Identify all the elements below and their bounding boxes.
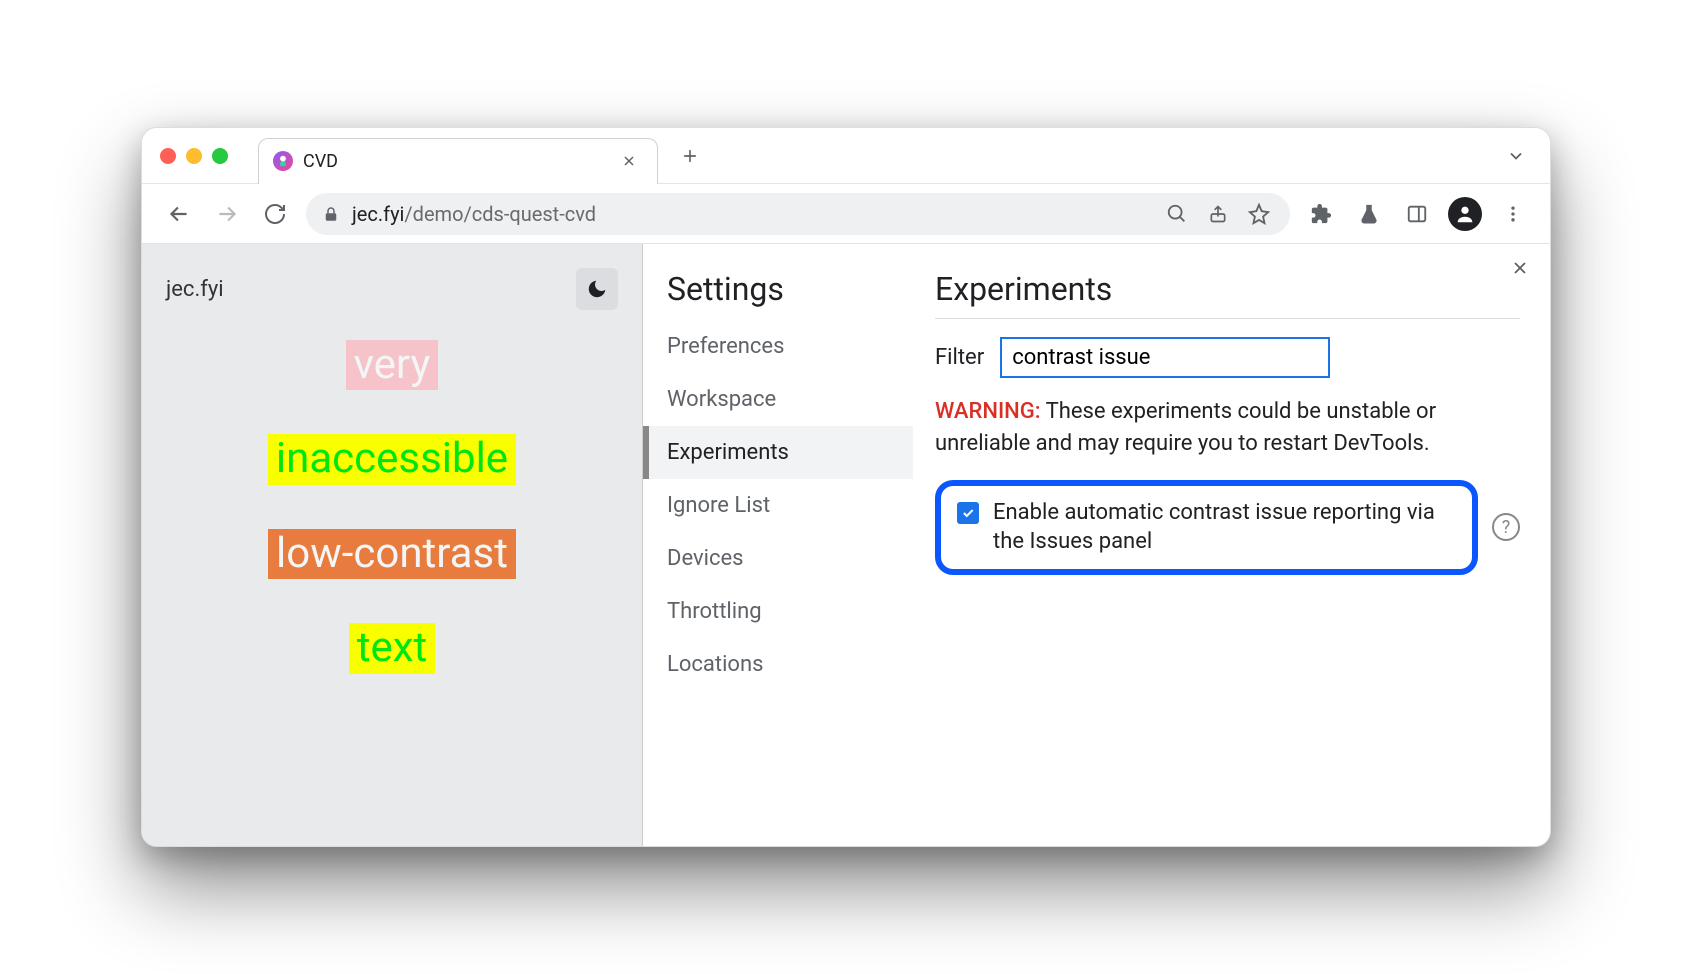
lock-icon [322,205,340,223]
settings-body: Experiments Filter WARNING: These experi… [913,244,1550,846]
tab-title: CVD [303,151,605,172]
reload-button[interactable] [258,197,292,231]
tab-close-button[interactable] [615,151,643,171]
demo-words: very inaccessible low-contrast text [166,340,618,674]
page-viewport: jec.fyi very inaccessible low-contrast t… [142,244,642,846]
window-minimize-button[interactable] [186,148,202,164]
close-settings-button[interactable] [1510,258,1530,278]
nav-item-locations[interactable]: Locations [643,638,913,691]
filter-input[interactable] [1000,337,1330,378]
panel-title: Experiments [935,270,1520,308]
star-icon[interactable] [1244,199,1274,229]
forward-button[interactable] [210,197,244,231]
tab-favicon-icon [273,151,293,171]
browser-tab[interactable]: CVD [258,138,658,184]
window-maximize-button[interactable] [212,148,228,164]
experiment-row: Enable automatic contrast issue reportin… [935,480,1520,575]
url-text: jec.fyi/demo/cds-quest-cvd [352,202,1150,226]
panel-icon[interactable] [1400,197,1434,231]
filter-row: Filter [935,337,1520,378]
nav-item-ignore-list[interactable]: Ignore List [643,479,913,532]
experiment-highlight: Enable automatic contrast issue reportin… [935,480,1478,575]
settings-nav: Preferences Workspace Experiments Ignore… [643,320,913,691]
demo-word-lowcontrast: low-contrast [268,529,516,579]
nav-item-preferences[interactable]: Preferences [643,320,913,373]
site-title: jec.fyi [166,277,224,302]
address-bar[interactable]: jec.fyi/demo/cds-quest-cvd [306,193,1290,235]
warning-text: WARNING: These experiments could be unst… [935,396,1520,460]
browser-window: CVD jec.fyi/demo/cds-quest-cv [141,127,1551,847]
divider [935,318,1520,319]
nav-item-experiments[interactable]: Experiments [643,426,913,479]
warning-label: WARNING: [935,399,1041,424]
share-icon[interactable] [1204,200,1232,228]
nav-item-devices[interactable]: Devices [643,532,913,585]
dark-mode-toggle[interactable] [576,268,618,310]
devtools-settings: Settings Preferences Workspace Experimen… [642,244,1550,846]
new-tab-button[interactable] [668,142,712,170]
toolbar: jec.fyi/demo/cds-quest-cvd [142,184,1550,244]
url-path: /demo/cds-quest-cvd [404,202,596,226]
settings-sidebar: Settings Preferences Workspace Experimen… [643,244,913,846]
tab-strip: CVD [142,128,1550,184]
experiment-label: Enable automatic contrast issue reportin… [993,498,1456,557]
page-header: jec.fyi [166,268,618,310]
url-domain: jec.fyi [352,202,404,226]
settings-title: Settings [643,270,913,320]
demo-word-very: very [346,340,439,390]
filter-label: Filter [935,345,984,370]
content-area: jec.fyi very inaccessible low-contrast t… [142,244,1550,846]
tabs-menu-button[interactable] [1500,140,1532,172]
overflow-menu-icon[interactable] [1496,197,1530,231]
window-controls [160,148,228,164]
extensions-icon[interactable] [1304,197,1338,231]
back-button[interactable] [162,197,196,231]
demo-word-inaccessible: inaccessible [268,434,516,484]
demo-word-text: text [349,623,436,673]
labs-icon[interactable] [1352,197,1386,231]
experiment-checkbox[interactable] [957,502,979,524]
nav-item-workspace[interactable]: Workspace [643,373,913,426]
help-icon[interactable]: ? [1492,513,1520,541]
window-close-button[interactable] [160,148,176,164]
nav-item-throttling[interactable]: Throttling [643,585,913,638]
profile-avatar[interactable] [1448,197,1482,231]
zoom-icon[interactable] [1162,199,1192,229]
